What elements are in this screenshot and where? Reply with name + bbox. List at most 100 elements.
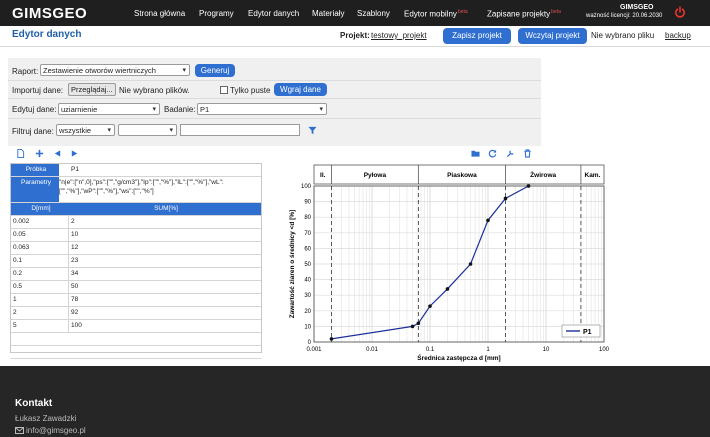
table-row: 2 92	[11, 307, 261, 320]
data-point	[445, 287, 450, 291]
params-value[interactable]: "n|e":["n",0],"ps":["","g/cm3"],"Ip":[""…	[59, 178, 259, 196]
filter-label: Filtruj dane:	[12, 127, 54, 136]
cell-sum[interactable]: 100	[69, 320, 259, 332]
logo[interactable]: GIMSGEO	[12, 5, 87, 22]
beta-badge: beta	[457, 9, 468, 15]
nav-item-templates[interactable]: Szablony	[357, 9, 390, 18]
nav-item-label: Programy	[199, 9, 234, 18]
mail-icon	[15, 427, 24, 434]
nav-item-data-editor[interactable]: Edytor danych	[248, 9, 299, 18]
data-point	[486, 218, 490, 223]
y-tick-label: 60	[304, 246, 311, 252]
cell-sum[interactable]: 12	[69, 242, 259, 254]
license-date: ważność licencji: 20.06.2030	[586, 13, 663, 19]
y-tick-label: 80	[304, 215, 311, 221]
cell-d[interactable]: 0.063	[11, 242, 69, 254]
next-icon[interactable]	[70, 149, 79, 158]
browse-files-button[interactable]: Przeglądaj...	[68, 83, 116, 96]
fraction-band-label: Piaskowa	[447, 172, 477, 179]
y-tick-label: 20	[304, 309, 311, 315]
table-row: Próbka P1	[11, 164, 261, 177]
power-icon[interactable]	[674, 6, 686, 18]
cell-d[interactable]: 0.05	[11, 229, 69, 241]
load-data-button[interactable]: Wgraj dane	[274, 83, 327, 96]
chevron-down-icon: ▾	[169, 127, 173, 134]
cell-d[interactable]: 0.2	[11, 268, 69, 280]
nav-item-label: Szablony	[357, 9, 390, 18]
table-row: 0.1 23	[11, 255, 261, 268]
no-file-label: Nie wybrano pliku	[591, 31, 655, 40]
import-label: Importuj dane:	[12, 86, 64, 95]
project-name-link[interactable]: testowy_projekt	[371, 31, 427, 40]
nav-item-home[interactable]: Strona główna	[134, 9, 185, 18]
cell-d[interactable]: 0.1	[11, 255, 69, 267]
test-select-value: P1	[200, 105, 210, 114]
cell-sum[interactable]: 23	[69, 255, 259, 267]
filter-field-select[interactable]: wszystkie ▾	[56, 124, 115, 136]
nav-item-mobile-editor[interactable]: Edytor mobilnybeta	[404, 9, 468, 19]
header-divider	[0, 46, 710, 47]
x-tick-label: 1	[486, 347, 490, 353]
cell-d[interactable]: 0.5	[11, 281, 69, 293]
filter-operator-select[interactable]: ▾	[118, 124, 177, 136]
column-header-d: D[mm]	[11, 203, 69, 215]
report-select[interactable]: Zestawienie otworów wiertniczych ▾	[40, 64, 190, 76]
nav-item-saved-projects[interactable]: Zapisane projektybeta	[487, 9, 561, 19]
top-navbar: GIMSGEO Strona główna Programy Edytor da…	[0, 0, 710, 26]
cell-sum[interactable]: 50	[69, 281, 259, 293]
params-header: Parametry	[11, 177, 59, 202]
cell-sum[interactable]: 2	[69, 216, 259, 228]
table-row: 0.063 12	[11, 242, 261, 255]
footer-email-link[interactable]: info@gimsgeo.pl	[26, 426, 86, 435]
previous-icon[interactable]	[53, 149, 62, 158]
nav-item-programs[interactable]: Programy	[199, 9, 234, 18]
data-point	[410, 324, 415, 329]
report-label: Raport:	[12, 67, 39, 76]
nav-item-label: Edytor danych	[248, 9, 300, 18]
refresh-icon[interactable]	[488, 149, 497, 158]
table-row: 5 100	[11, 320, 261, 333]
edit-data-select[interactable]: uziarnienie ▾	[58, 103, 160, 115]
cell-d[interactable]: 0.002	[11, 216, 69, 228]
test-select[interactable]: P1 ▾	[197, 103, 327, 115]
cell-d[interactable]: 2	[11, 307, 69, 319]
license-name: GIMSGEO	[620, 4, 654, 11]
only-empty-checkbox[interactable]	[220, 86, 228, 94]
cell-sum[interactable]: 92	[69, 307, 259, 319]
column-header-sum: SUM[%]	[69, 203, 261, 215]
generate-button[interactable]: Generuj	[195, 64, 235, 77]
table-row: D[mm] SUM[%]	[11, 203, 261, 216]
cell-sum[interactable]: 78	[69, 294, 259, 306]
y-axis-label: Zawartość ziaren o średnicy <d [%]	[289, 210, 296, 319]
cell-sum[interactable]: 34	[69, 268, 259, 280]
cell-d[interactable]: 1	[11, 294, 69, 306]
x-tick-label: 100	[599, 347, 610, 353]
footer-contact-name: Łukasz Zawadzki	[15, 414, 77, 423]
nav-item-materials[interactable]: Materiały	[312, 9, 344, 18]
save-project-button[interactable]: Zapisz projekt	[443, 28, 511, 44]
table-row: 0.002 2	[11, 216, 261, 229]
cell-sum[interactable]: 10	[69, 229, 259, 241]
beta-badge: beta	[551, 9, 561, 15]
new-file-icon[interactable]	[16, 149, 25, 158]
folder-icon[interactable]	[471, 149, 480, 158]
filter-icon[interactable]	[308, 126, 317, 135]
fraction-band-label: Kam.	[585, 172, 601, 179]
filter-text-input[interactable]	[180, 124, 300, 136]
y-tick-label: 40	[304, 278, 311, 284]
fraction-band-label: Pyłowa	[364, 172, 387, 179]
table-row	[11, 346, 261, 359]
data-point	[416, 321, 421, 326]
y-tick-label: 0	[308, 340, 312, 346]
x-tick-label: 10	[543, 347, 550, 353]
legend-label: P1	[583, 329, 592, 336]
table-row: 0.5 50	[11, 281, 261, 294]
cell-d[interactable]: 5	[11, 320, 69, 332]
tools-icon[interactable]	[506, 149, 515, 158]
sample-value[interactable]: P1	[69, 164, 259, 176]
load-project-button[interactable]: Wczytaj projekt	[518, 28, 587, 44]
edit-data-select-value: uziarnienie	[61, 105, 98, 114]
backup-link[interactable]: backup	[665, 31, 691, 40]
add-icon[interactable]	[35, 149, 44, 158]
trash-icon[interactable]	[523, 149, 532, 158]
